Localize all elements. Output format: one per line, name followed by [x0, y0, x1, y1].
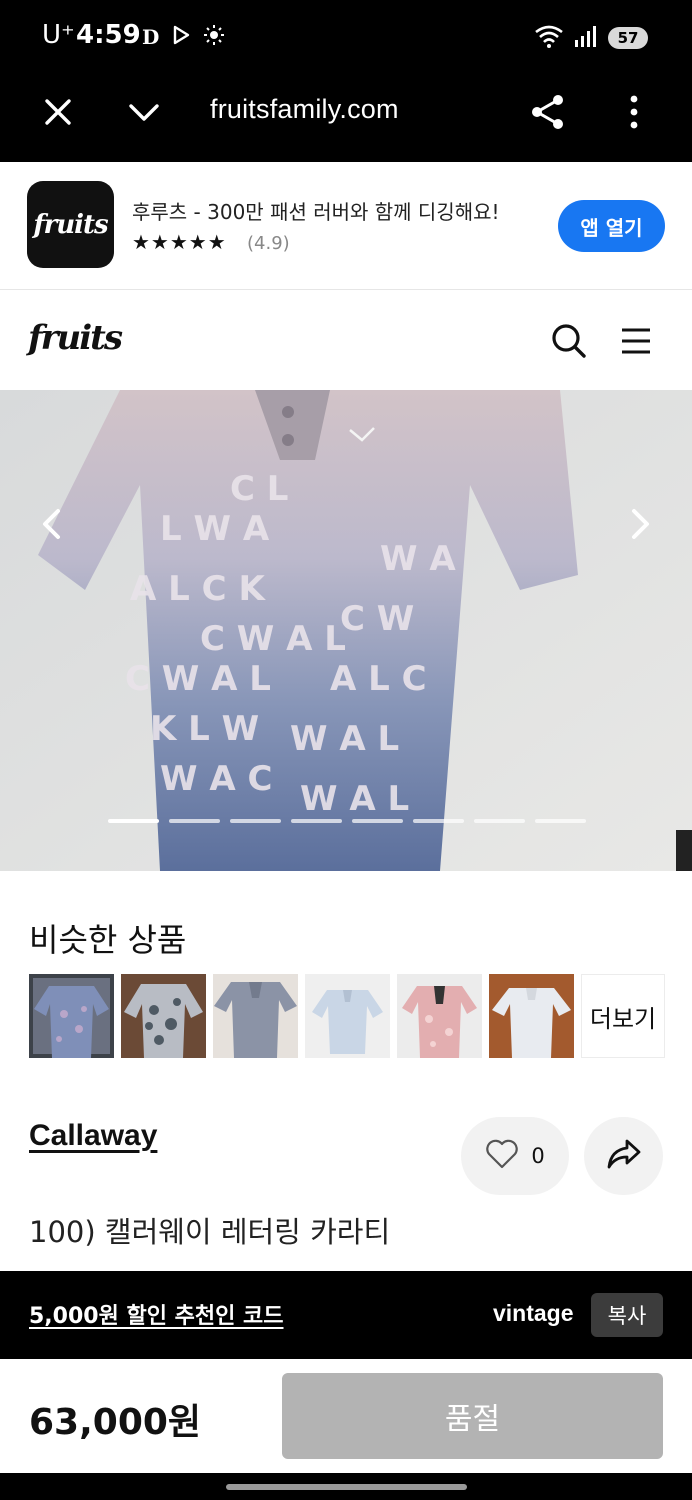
product-detail: 비슷한 상품 더보기 Callaway 0 100) 캘러웨이 레터링 카라티 [0, 871, 692, 1271]
site-logo[interactable]: fruits [28, 318, 123, 358]
carousel-dot[interactable] [169, 819, 220, 823]
app-title: 후루츠 - 300만 패션 러버와 함께 디깅해요! [132, 200, 500, 224]
product-name: 100) 캘러웨이 레터링 카라티 [29, 1215, 391, 1249]
svg-text:A L C: A L C [330, 659, 427, 699]
play-icon [171, 25, 191, 49]
heart-icon [485, 1139, 519, 1173]
copy-code-button[interactable]: 복사 [591, 1293, 663, 1337]
status-bar: U⁺ 4:59 D 57 [0, 0, 692, 76]
brightness-icon [203, 24, 225, 50]
price: 63,000원 [29, 1402, 202, 1443]
like-button[interactable]: 0 [461, 1117, 569, 1195]
search-icon[interactable] [549, 321, 589, 365]
more-vert-icon[interactable] [614, 92, 654, 132]
chevron-down-icon[interactable] [124, 92, 164, 132]
similar-products-list: 더보기 [29, 974, 665, 1058]
similar-product-thumb[interactable] [489, 974, 574, 1058]
like-count: 0 [531, 1144, 545, 1168]
similar-product-thumb[interactable] [305, 974, 390, 1058]
signal-icon [574, 25, 598, 51]
similar-product-thumb[interactable] [121, 974, 206, 1058]
svg-text:W A L: W A L [290, 719, 399, 759]
wifi-icon [534, 24, 564, 52]
app-icon[interactable]: fruits [27, 181, 114, 268]
similar-product-thumb[interactable] [29, 974, 114, 1058]
share-icon[interactable] [528, 92, 568, 132]
product-photo: L W A A L C K C W A L C W A L C W A L C … [0, 390, 692, 871]
rating-stars: ★★★★★ [132, 230, 227, 254]
carousel-dot[interactable] [108, 819, 159, 823]
svg-text:W A: W A [380, 539, 456, 579]
menu-icon[interactable] [618, 323, 654, 363]
referral-code-link[interactable]: 5,000원 할인 추천인 코드 [29, 1298, 284, 1330]
svg-text:C W A L: C W A L [200, 619, 346, 659]
app-logo-text: fruits [33, 209, 108, 240]
referral-code-bar: 5,000원 할인 추천인 코드 vintage 복사 [0, 1271, 692, 1359]
carousel-dot[interactable] [535, 819, 586, 823]
battery-icon: 57 [608, 27, 648, 49]
site-header: fruits [0, 290, 692, 390]
svg-text:W A L: W A L [300, 779, 409, 819]
product-image-carousel[interactable]: L W A A L C K C W A L C W A L C W A L C … [0, 390, 692, 871]
svg-text:W A C: W A C [160, 759, 272, 799]
system-nav-bar [0, 1473, 692, 1500]
carrier-label: U⁺ [42, 20, 75, 50]
carousel-dot[interactable] [291, 819, 342, 823]
svg-text:L W A: L W A [160, 509, 270, 549]
svg-text:C W: C W [340, 599, 414, 639]
clock: 4:59 [76, 20, 141, 50]
more-similar-button[interactable]: 더보기 [581, 974, 665, 1058]
carousel-indicator [108, 819, 586, 823]
carousel-dot[interactable] [230, 819, 281, 823]
app-install-banner: fruits 후루츠 - 300만 패션 러버와 함께 디깅해요! ★★★★★ … [0, 162, 692, 290]
svg-text:C L: C L [230, 469, 288, 509]
brand-link[interactable]: Callaway [29, 1119, 157, 1153]
share-button[interactable] [584, 1117, 663, 1195]
close-icon[interactable] [38, 92, 78, 132]
svg-text:A L C K: A L C K [130, 569, 266, 609]
open-app-button[interactable]: 앱 열기 [558, 200, 665, 252]
similar-products-title: 비슷한 상품 [29, 921, 187, 959]
sold-out-button: 품절 [282, 1373, 663, 1459]
url-bar[interactable]: fruitsfamily.com [210, 94, 399, 125]
similar-product-thumb[interactable] [213, 974, 298, 1058]
browser-toolbar: fruitsfamily.com [0, 76, 692, 162]
carousel-dot[interactable] [474, 819, 525, 823]
d-notification-icon: D [142, 25, 160, 49]
carousel-dot[interactable] [352, 819, 403, 823]
carousel-dot[interactable] [413, 819, 464, 823]
similar-product-thumb[interactable] [397, 974, 482, 1058]
svg-text:K L W: K L W [150, 709, 259, 749]
share-arrow-icon [606, 1138, 642, 1174]
svg-text:C W A L: C W A L [125, 659, 271, 699]
home-gesture-handle[interactable] [226, 1484, 467, 1490]
purchase-bar: 63,000원 품절 [0, 1359, 692, 1473]
referral-code-value: vintage [493, 1300, 574, 1326]
rating-value: (4.9) [247, 233, 290, 254]
